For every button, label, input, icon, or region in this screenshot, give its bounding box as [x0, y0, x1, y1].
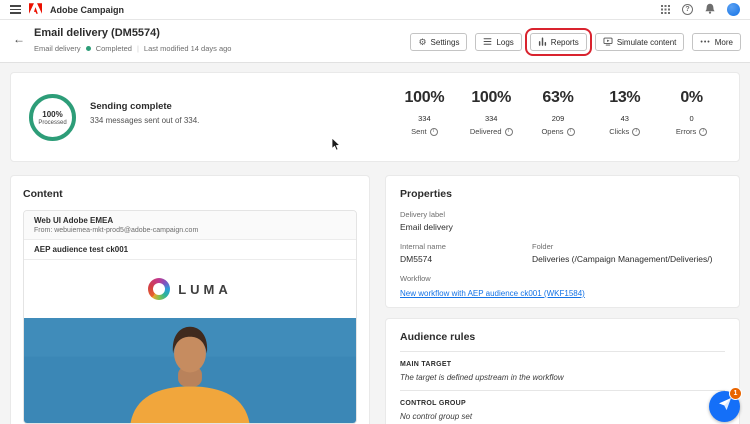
folder-value: Deliveries (/Campaign Management/Deliver…	[532, 254, 713, 264]
last-modified-text: Last modified 14 days ago	[143, 44, 232, 53]
simulate-content-button[interactable]: Simulate content	[594, 33, 685, 51]
main-target-value: The target is defined upstream in the wo…	[400, 373, 564, 382]
internal-name-label: Internal name	[400, 242, 446, 251]
mouse-cursor	[331, 137, 341, 151]
delivery-label-value: Email delivery	[400, 222, 453, 232]
properties-panel-title: Properties	[400, 188, 452, 200]
stat-label: Delivered	[469, 127, 502, 136]
simulate-content-button-label: Simulate content	[616, 37, 677, 47]
reports-button[interactable]: Reports	[524, 28, 592, 56]
content-panel-title: Content	[23, 188, 63, 200]
stat-label: Errors	[675, 127, 697, 136]
stat-clicks: 13% 43 Clicks i	[591, 89, 658, 136]
stat-percent: 63%	[542, 89, 574, 106]
ring-label: Processed	[38, 119, 67, 126]
info-icon[interactable]: i	[632, 127, 641, 136]
info-icon[interactable]: i	[566, 127, 575, 136]
hamburger-menu-icon[interactable]	[10, 5, 21, 14]
notifications-bell-icon[interactable]	[705, 1, 715, 19]
sender-name: Web UI Adobe EMEA	[34, 216, 114, 225]
stat-sent: 100% 334 Sent i	[391, 89, 458, 136]
luma-logo-icon	[148, 278, 171, 300]
summary-subtitle: 334 messages sent out of 334.	[90, 116, 200, 125]
simulate-preview-icon	[603, 37, 613, 48]
page-header: ← Email delivery (DM5574) Email delivery…	[0, 20, 750, 63]
delivery-type-label: Email delivery	[34, 44, 81, 53]
stat-delivered: 100% 334 Delivered i	[458, 89, 525, 136]
reports-chart-icon	[538, 37, 547, 48]
content-panel: Content Web UI Adobe EMEA From: webuieme…	[10, 175, 370, 424]
app-switcher-icon[interactable]	[661, 1, 670, 19]
gear-icon: ⚙	[418, 36, 427, 47]
logs-button[interactable]: Logs	[475, 33, 522, 51]
info-icon[interactable]: i	[429, 127, 438, 136]
logs-button-label: Logs	[496, 37, 514, 47]
from-address: From: webuiemea-mkt-prod5@adobe-campaign…	[34, 227, 199, 234]
meta-separator: |	[136, 44, 139, 53]
divider	[400, 351, 725, 352]
settings-button-label: Settings	[430, 37, 460, 47]
control-group-value: No control group set	[400, 412, 473, 421]
email-brand-header: LUMA	[24, 260, 356, 318]
stat-label: Opens	[541, 127, 564, 136]
stat-value: 334	[484, 114, 498, 123]
stat-percent: 0%	[680, 89, 703, 106]
stat-percent: 13%	[609, 89, 641, 106]
back-button[interactable]: ←	[13, 33, 25, 53]
stat-errors: 0% 0 Errors i	[658, 89, 725, 136]
help-icon[interactable]: ?	[682, 4, 693, 15]
divider	[400, 390, 725, 391]
brand-name: LUMA	[178, 281, 232, 297]
stat-value: 0	[689, 114, 694, 123]
stat-label: Sent	[411, 127, 427, 136]
app-name: Adobe Campaign	[50, 4, 125, 15]
adobe-logo-icon	[29, 1, 42, 19]
workflow-link[interactable]: New workflow with AEP audience ck001 (WK…	[400, 289, 585, 298]
logs-icon	[483, 37, 492, 48]
control-group-label: CONTROL GROUP	[400, 400, 466, 407]
main-target-label: MAIN TARGET	[400, 361, 452, 368]
workflow-label: Workflow	[400, 274, 431, 283]
assistant-chat-button[interactable]: 1	[709, 387, 742, 422]
page-title: Email delivery (DM5574)	[34, 27, 160, 39]
email-subject: AEP audience test ck001	[24, 240, 356, 260]
stat-label: Clicks	[609, 127, 630, 136]
audience-panel-title: Audience rules	[400, 331, 476, 343]
delivery-label-label: Delivery label	[400, 210, 446, 219]
stat-value: 43	[620, 114, 629, 123]
reports-button-label: Reports	[550, 37, 579, 47]
status-badge: Completed	[95, 44, 132, 53]
user-avatar[interactable]	[727, 3, 740, 16]
stat-value: 334	[418, 114, 431, 123]
paper-plane-icon	[718, 397, 732, 416]
more-button-label: More	[714, 37, 733, 47]
sending-summary-card: 100% Processed Sending complete 334 mess…	[10, 72, 740, 162]
delivery-meta: Email delivery Completed | Last modified…	[34, 44, 231, 53]
email-preview-card[interactable]: Web UI Adobe EMEA From: webuiemea-mkt-pr…	[23, 210, 357, 424]
delivery-stats: 100% 334 Sent i 100% 334 Delivered i 63% 2…	[391, 89, 725, 136]
summary-title: Sending complete	[90, 101, 172, 112]
top-bar: Adobe Campaign ?	[0, 0, 750, 20]
settings-button[interactable]: ⚙ Settings	[410, 33, 468, 51]
email-hero-image	[24, 318, 356, 423]
header-actions: ⚙ Settings Logs Reports Simulate content…	[410, 28, 741, 56]
status-dot-icon	[85, 46, 91, 51]
processed-progress-ring: 100% Processed	[29, 94, 76, 141]
internal-name-value: DM5574	[400, 254, 433, 264]
stat-percent: 100%	[471, 89, 512, 106]
stat-value: 209	[551, 114, 565, 123]
more-button[interactable]: ••• More	[692, 33, 741, 51]
ring-percent: 100%	[42, 109, 63, 119]
properties-panel: Properties Delivery label Email delivery…	[385, 175, 740, 308]
stat-percent: 100%	[404, 89, 445, 106]
more-dots-icon: •••	[700, 38, 711, 46]
chat-notification-badge: 1	[729, 387, 742, 400]
audience-rules-panel: Audience rules MAIN TARGET The target is…	[385, 318, 740, 424]
info-icon[interactable]: i	[504, 127, 513, 136]
folder-label: Folder	[532, 242, 554, 251]
stat-opens: 63% 209 Opens i	[525, 89, 592, 136]
info-icon[interactable]: i	[699, 127, 708, 136]
